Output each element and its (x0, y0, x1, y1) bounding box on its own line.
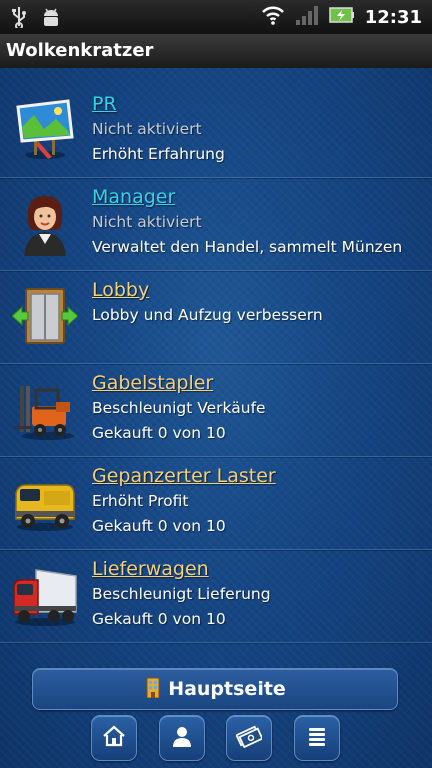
item-title[interactable]: PR (92, 91, 424, 117)
item-count: Gekauft 0 von 10 (92, 517, 226, 535)
list-item-pr[interactable]: PR Nicht aktiviert Erhöht Erfahrung (0, 85, 432, 178)
item-title[interactable]: Lieferwagen (92, 556, 424, 582)
item-description: Lobby und Aufzug verbessern (92, 306, 323, 324)
battery-charging-icon (328, 5, 355, 29)
item-description: Beschleunigt Lieferung (92, 585, 271, 603)
billboard-icon (12, 97, 78, 163)
money-icon (235, 724, 264, 752)
item-count: Gekauft 0 von 10 (92, 610, 226, 628)
title-bar: Wolkenkratzer (0, 34, 432, 69)
item-description: Erhöht Profit (92, 492, 189, 510)
list-item-lieferwagen[interactable]: Lieferwagen Beschleunigt Lieferung Gekau… (0, 550, 432, 643)
nav-home-button[interactable] (91, 715, 137, 761)
home-icon (101, 724, 127, 752)
delivery-truck-icon (12, 562, 78, 628)
item-description: Verwaltet den Handel, sammelt Münzen (92, 238, 403, 256)
nav-list-button[interactable] (294, 715, 340, 761)
app-title: Wolkenkratzer (6, 40, 154, 61)
manager-woman-icon (12, 190, 78, 256)
list-icon (306, 725, 328, 751)
clock: 12:31 (364, 6, 422, 28)
elevator-icon (11, 283, 79, 349)
hauptseite-label: Hauptseite (168, 678, 286, 700)
content-area: PR Nicht aktiviert Erhöht Erfahrung Mana… (0, 68, 432, 768)
forklift-icon (12, 376, 78, 442)
item-title[interactable]: Gepanzerter Laster (92, 463, 424, 489)
upgrade-list: PR Nicht aktiviert Erhöht Erfahrung Mana… (0, 85, 432, 643)
wifi-icon (261, 5, 285, 29)
signal-icon (295, 4, 319, 30)
nav-money-button[interactable] (226, 715, 272, 761)
bottom-nav (0, 715, 432, 765)
android-debug-icon (40, 6, 62, 32)
item-title[interactable]: Lobby (92, 277, 424, 303)
item-description: Erhöht Erfahrung (92, 145, 225, 163)
item-title[interactable]: Gabelstapler (92, 370, 424, 396)
list-item-gepanzerter-laster[interactable]: Gepanzerter Laster Erhöht Profit Gekauft… (0, 457, 432, 550)
usb-icon (10, 6, 28, 32)
hauptseite-button[interactable]: Hauptseite (32, 668, 398, 710)
item-description: Beschleunigt Verkäufe (92, 399, 266, 417)
item-count: Gekauft 0 von 10 (92, 424, 226, 442)
building-icon (144, 676, 162, 703)
item-status: Nicht aktiviert (92, 120, 202, 138)
nav-profile-button[interactable] (159, 715, 205, 761)
list-item-manager[interactable]: Manager Nicht aktiviert Verwaltet den Ha… (0, 178, 432, 271)
list-item-gabelstapler[interactable]: Gabelstapler Beschleunigt Verkäufe Gekau… (0, 364, 432, 457)
item-status: Nicht aktiviert (92, 213, 202, 231)
item-title[interactable]: Manager (92, 184, 424, 210)
armored-truck-icon (12, 469, 78, 535)
status-bar: 12:31 (0, 0, 432, 34)
list-item-lobby[interactable]: Lobby Lobby und Aufzug verbessern (0, 271, 432, 364)
person-icon (170, 724, 194, 752)
